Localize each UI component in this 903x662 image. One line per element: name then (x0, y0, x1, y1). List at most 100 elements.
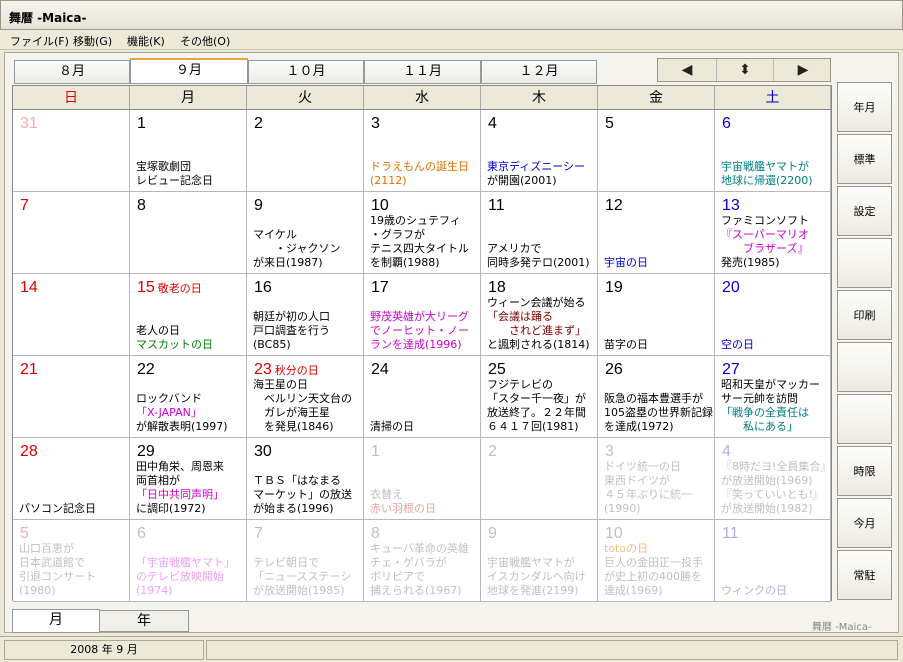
day-cell[interactable]: 27 昭和天皇がマッカー サー元帥を訪問 「戦争の全責任は 私にある」 (715, 356, 831, 438)
day-cell[interactable]: 1 衣替え 赤い羽根の日 (364, 438, 481, 520)
day-cell[interactable]: 12 宇宙の日 (598, 192, 715, 274)
tab-month-4[interactable]: １２月 (481, 60, 597, 84)
event-text: 清掃の日 (370, 420, 414, 433)
day-cell[interactable]: 25 フジテレビの 「スター千一夜」が 放送終了。２２年間 ６４１７回(1981) (481, 356, 598, 438)
day-cell[interactable]: 19 苗字の日 (598, 274, 715, 356)
day-number: 4 (722, 443, 731, 460)
day-cell[interactable]: 7 (13, 192, 130, 274)
day-number: 17 (371, 279, 389, 296)
day-number: 4 (488, 115, 497, 132)
day-cell[interactable]: 4 東京ディズニーシー が開園(2001) (481, 110, 598, 192)
tab-month-1[interactable]: ９月 (130, 58, 248, 84)
menu-move[interactable]: 移動(G) (73, 33, 112, 49)
tab-month-2[interactable]: １０月 (248, 60, 364, 84)
day-heading: 6 (137, 525, 146, 543)
day-cell[interactable]: 31 (13, 110, 130, 192)
event-text: ファミコンソフト (721, 214, 809, 227)
tab-month[interactable]: 月 (12, 609, 100, 633)
day-cell[interactable]: 2 (481, 438, 598, 520)
day-cell[interactable]: 10 19歳のシュテフィ ・グラフが テニス四大タイトル を制覇(1988) (364, 192, 481, 274)
side-button-0[interactable]: 年月 (837, 82, 892, 132)
weekday-header: 水 (364, 86, 481, 110)
day-cell[interactable]: 17 野茂英雄が大リーグ でノーヒット・ノー ランを達成(1996) (364, 274, 481, 356)
day-number: 5 (20, 525, 29, 542)
day-heading: 3 (371, 115, 380, 133)
day-number: 13 (722, 197, 740, 214)
day-cell[interactable]: 2 (247, 110, 364, 192)
event-text: テニス四大タイトル (370, 242, 469, 255)
day-cell[interactable]: 4 『8時だヨ!全員集合』 が放送開始(1969) 『笑っていいとも!』 が放送開始(1… (715, 438, 831, 520)
event-text: パソコン記念日 (19, 502, 96, 515)
event-list: ドイツ統一の日 東西ドイツが ４５年ぶりに統一 (1990) (604, 460, 712, 516)
day-cell[interactable]: 15 敬老の日 老人の日 マスカットの日 (130, 274, 247, 356)
up-down-icon[interactable]: ⬍ (716, 59, 774, 81)
day-cell[interactable]: 21 (13, 356, 130, 438)
nav-buttons: ◀ ⬍ ▶ (657, 58, 831, 82)
next-month-icon[interactable]: ▶ (774, 59, 832, 81)
day-cell[interactable]: 8 (130, 192, 247, 274)
side-button-3[interactable] (837, 238, 892, 288)
side-button-1[interactable]: 標準 (837, 134, 892, 184)
tab-year[interactable]: 年 (99, 610, 189, 632)
side-button-8[interactable]: 今月 (837, 498, 892, 548)
day-cell[interactable]: 18 ウィーン会議が始る 「会議は踊る されど進まず」 と諷刺される(1814) (481, 274, 598, 356)
day-cell[interactable]: 11 アメリカで 同時多発テロ(2001) (481, 192, 598, 274)
day-heading: 4 (722, 443, 731, 461)
event-list: マイケル ・ジャクソン が来日(1987) (253, 228, 361, 270)
event-text: マイケル (253, 228, 297, 241)
day-cell[interactable]: 28 パソコン記念日 (13, 438, 130, 520)
side-button-6[interactable] (837, 394, 892, 444)
day-cell[interactable]: 3 ドイツ統一の日 東西ドイツが ４５年ぶりに統一 (1990) (598, 438, 715, 520)
day-cell[interactable]: 24 清掃の日 (364, 356, 481, 438)
event-list: 「宇宙戦艦ヤマト」 のテレビ放映開始 (1974) (136, 556, 244, 598)
day-cell[interactable]: 10 totoの日 巨人の金田正一投手 が史上初の400勝を 達成(1969) (598, 520, 715, 602)
day-cell[interactable]: 5 山口百恵が 日本武道館で 引退コンサート (1980) (13, 520, 130, 602)
day-cell[interactable]: 13 ファミコンソフト 『スーパーマリオ ブラザーズ』 発売(1985) (715, 192, 831, 274)
day-cell[interactable]: 26 阪急の福本豊選手が 105盗塁の世界新記録 を達成(1972) (598, 356, 715, 438)
event-text: 「スター千一夜」が (487, 392, 586, 405)
title-bar: 舞暦 -Maica- (0, 0, 903, 30)
day-heading: 9 (488, 525, 497, 543)
day-cell[interactable]: 30 ＴＢＳ「はなまる マーケット」の放送 が始まる(1996) (247, 438, 364, 520)
menu-file[interactable]: ファイル(F) (10, 33, 69, 49)
side-button-4[interactable]: 印刷 (837, 290, 892, 340)
day-cell[interactable]: 29 田中角栄、周恩来 両首相が 「日中共同声明」 に調印(1972) (130, 438, 247, 520)
event-list: 海王星の日 ベルリン天文台の ガレが海王星 を発見(1846) (253, 378, 361, 434)
day-cell[interactable]: 11 ウィンクの日 (715, 520, 831, 602)
side-button-2[interactable]: 設定 (837, 186, 892, 236)
day-heading: 8 (371, 525, 380, 543)
day-cell[interactable]: 20 空の日 (715, 274, 831, 356)
calendar-grid: 日月火水木金土 31 1 宝塚歌劇団 レビュー記念日 2 3 ドラえもんの誕生日 (2112) 4… (12, 85, 832, 602)
day-cell[interactable]: 9 宇宙戦艦ヤマトが イスカンダルへ向け 地球を発進(2199) (481, 520, 598, 602)
day-number: 18 (488, 279, 506, 296)
prev-month-icon[interactable]: ◀ (658, 59, 716, 81)
day-cell[interactable]: 3 ドラえもんの誕生日 (2112) (364, 110, 481, 192)
day-cell[interactable]: 1 宝塚歌劇団 レビュー記念日 (130, 110, 247, 192)
event-text: 両首相が (136, 474, 180, 487)
tab-month-0[interactable]: ８月 (14, 60, 130, 84)
day-cell[interactable]: 23 秋分の日 海王星の日 ベルリン天文台の ガレが海王星 を発見(1846) (247, 356, 364, 438)
day-cell[interactable]: 9 マイケル ・ジャクソン が来日(1987) (247, 192, 364, 274)
event-text: されど進まず」 (487, 324, 586, 337)
event-list: 清掃の日 (370, 420, 478, 434)
event-list: ＴＢＳ「はなまる マーケット」の放送 が始まる(1996) (253, 474, 361, 516)
day-heading: 11 (722, 525, 739, 543)
side-button-9[interactable]: 常駐 (837, 550, 892, 600)
day-cell[interactable]: 6 宇宙戦艦ヤマトが 地球に帰還(2200) (715, 110, 831, 192)
day-cell[interactable]: 5 (598, 110, 715, 192)
side-button-7[interactable]: 時限 (837, 446, 892, 496)
weekday-header: 日 (13, 86, 130, 110)
day-cell[interactable]: 6 「宇宙戦艦ヤマト」 のテレビ放映開始 (1974) (130, 520, 247, 602)
day-cell[interactable]: 16 朝廷が初の人口 戸口調査を行う (BC85) (247, 274, 364, 356)
event-text: を制覇(1988) (370, 256, 440, 269)
day-cell[interactable]: 7 テレビ朝日で 「ニュースステーシ が放送開始(1985) (247, 520, 364, 602)
tab-month-3[interactable]: １１月 (364, 60, 481, 84)
day-cell[interactable]: 22 ロックバンド 「X-JAPAN」 が解散表明(1997) (130, 356, 247, 438)
side-button-5[interactable] (837, 342, 892, 392)
day-cell[interactable]: 8 キューバ革命の英雄 チェ・ゲバラが ボリビアで 捕えられる(1967) (364, 520, 481, 602)
event-text: (1974) (136, 584, 173, 597)
event-text: ４５年ぶりに統一 (604, 488, 692, 501)
menu-other[interactable]: その他(O) (180, 33, 230, 49)
menu-function[interactable]: 機能(K) (127, 33, 165, 49)
day-cell[interactable]: 14 (13, 274, 130, 356)
